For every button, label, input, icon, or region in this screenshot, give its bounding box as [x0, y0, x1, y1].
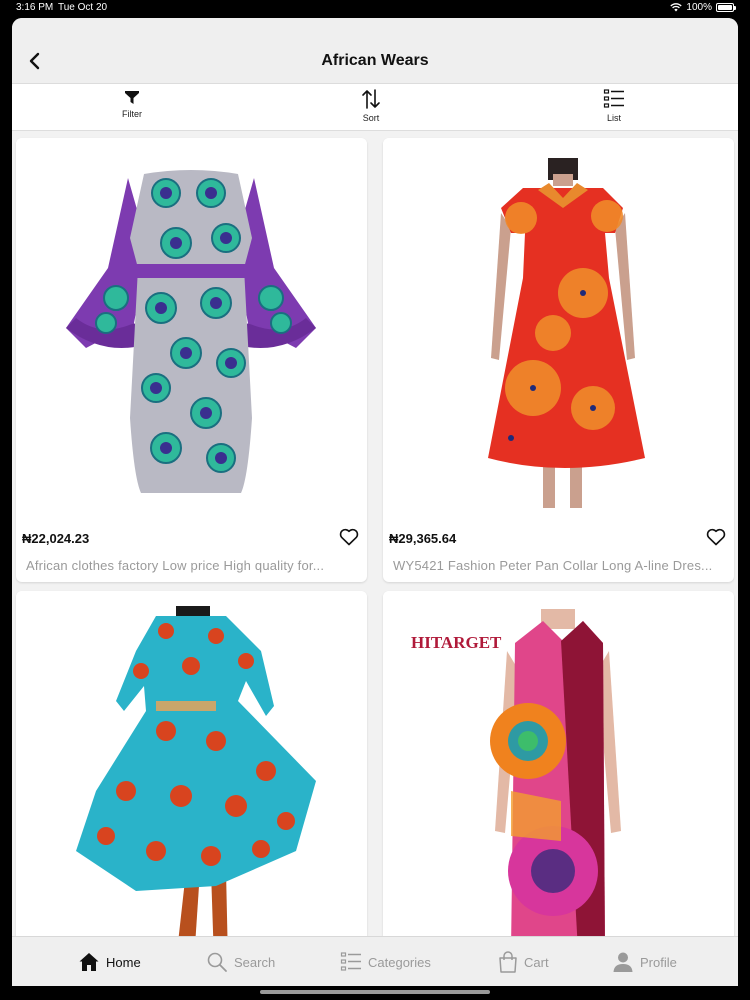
product-card[interactable]	[16, 591, 367, 936]
product-grid: ₦22,024.23 African clothes factory Low p…	[12, 131, 738, 936]
tab-search-label: Search	[234, 954, 276, 970]
tab-cart[interactable]: Cart	[498, 949, 549, 975]
product-card[interactable]: ₦29,365.64 WY5421 Fashion Peter Pan Coll…	[383, 138, 734, 582]
shopping-bag-icon	[499, 951, 517, 973]
device-screen: 3:16 PM Tue Oct 20 100% African Wears Fi…	[0, 0, 750, 1000]
list-label: List	[606, 113, 621, 123]
tab-profile[interactable]: Profile	[612, 949, 677, 975]
navigation-bar: African Wears	[12, 18, 738, 84]
sort-label: Sort	[362, 113, 380, 123]
heart-icon[interactable]	[339, 528, 359, 546]
tab-categories[interactable]: Categories	[340, 949, 431, 975]
wifi-icon	[670, 3, 683, 12]
categories-icon	[340, 952, 361, 971]
product-image[interactable]	[383, 138, 734, 508]
heart-icon[interactable]	[706, 528, 726, 546]
home-indicator[interactable]	[260, 990, 490, 994]
home-icon	[79, 953, 99, 971]
tab-cart-label: Cart	[524, 954, 549, 970]
product-toolbar: Filter Sort List	[12, 84, 738, 131]
product-name[interactable]: African clothes factory Low price High q…	[26, 558, 357, 573]
tab-categories-label: Categories	[368, 954, 431, 970]
product-price: ₦22,024.23	[22, 531, 90, 546]
tab-home-label: Home	[106, 954, 141, 970]
brand-watermark: HITARGET	[411, 633, 502, 652]
bottom-tab-bar: Home Search Categories Cart Profile	[12, 936, 738, 986]
tab-search[interactable]: Search	[206, 949, 275, 975]
product-image[interactable]: HITARGET	[383, 591, 734, 936]
app-window: African Wears Filter Sort List ₦22,024.2…	[12, 18, 738, 986]
tab-profile-label: Profile	[640, 954, 677, 970]
sort-button[interactable]: Sort	[331, 88, 411, 123]
filter-label: Filter	[122, 109, 142, 119]
product-price: ₦29,365.64	[389, 531, 457, 546]
list-view-button[interactable]: List	[574, 88, 654, 123]
product-image[interactable]	[16, 591, 367, 936]
profile-icon	[613, 952, 633, 972]
filter-icon	[125, 91, 139, 104]
status-right: 100%	[670, 2, 736, 13]
product-card[interactable]: HITARGET	[383, 591, 734, 936]
product-image[interactable]	[16, 138, 367, 508]
product-name[interactable]: WY5421 Fashion Peter Pan Collar Long A-l…	[393, 558, 724, 573]
list-icon	[603, 89, 624, 108]
battery-icon	[716, 3, 736, 12]
sort-icon	[362, 89, 380, 109]
product-card[interactable]: ₦22,024.23 African clothes factory Low p…	[16, 138, 367, 582]
filter-button[interactable]: Filter	[92, 88, 172, 119]
status-time: 3:16 PM	[16, 2, 54, 13]
status-date: Tue Oct 20	[58, 2, 108, 13]
page-title: African Wears	[321, 52, 429, 69]
status-bar: 3:16 PM Tue Oct 20 100%	[0, 0, 750, 16]
battery-percent: 100%	[686, 2, 712, 13]
tab-home[interactable]: Home	[78, 949, 141, 975]
search-icon	[207, 952, 227, 972]
